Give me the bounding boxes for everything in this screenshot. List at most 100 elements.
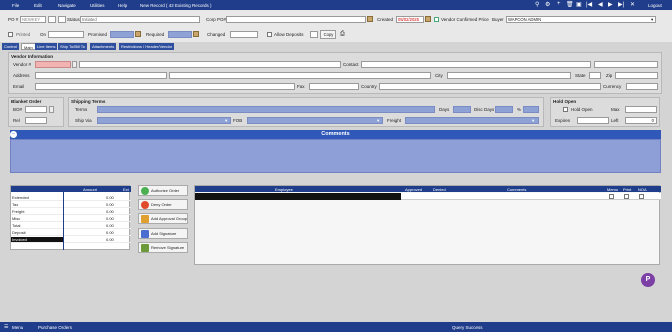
printed-on-field[interactable] <box>48 31 84 38</box>
days-field[interactable] <box>453 106 471 113</box>
noa-column-header: NOA <box>638 187 647 192</box>
promised-date-field[interactable] <box>110 31 134 38</box>
employee-column-header: Employee <box>275 187 293 192</box>
print-icon[interactable]: ⎙ <box>340 31 345 38</box>
tab-attachments[interactable]: Attachments <box>90 43 117 50</box>
po-number-field[interactable]: NEWKEY <box>20 16 46 23</box>
add-approval-group-button[interactable]: Add Approval Group <box>138 213 188 224</box>
vendor-name-field[interactable] <box>79 61 341 68</box>
release-field[interactable] <box>25 117 47 124</box>
max-field[interactable] <box>625 106 657 113</box>
discount-pct-field[interactable] <box>523 106 539 113</box>
changed-date-field[interactable] <box>230 31 258 38</box>
contact-label: Contact <box>343 62 359 67</box>
address1-field[interactable] <box>35 72 167 79</box>
disc-days-field[interactable] <box>495 106 513 113</box>
ship-via-label: Ship Via <box>75 118 92 123</box>
calendar-icon[interactable] <box>135 31 141 37</box>
state-field[interactable] <box>589 72 601 79</box>
corp-po-field[interactable] <box>226 16 366 23</box>
currency-label: Currency <box>603 84 622 89</box>
table-row[interactable] <box>401 193 661 200</box>
menu-button[interactable]: Menu <box>12 325 23 330</box>
first-record-icon[interactable]: |◀ <box>586 1 592 8</box>
comments-textarea[interactable] <box>10 139 661 173</box>
expand-icon[interactable]: − <box>10 131 17 138</box>
hamburger-icon[interactable]: ☰ <box>4 324 8 330</box>
expires-field[interactable] <box>577 117 609 124</box>
vendor-confirmed-checkbox[interactable] <box>434 17 439 22</box>
left-field[interactable]: 0 <box>625 117 657 124</box>
zip-field[interactable] <box>615 72 658 79</box>
tab-ship-to-bill-to[interactable]: Ship To/Bill To <box>58 43 87 50</box>
calendar-icon[interactable] <box>193 31 199 37</box>
hold-open-checkbox[interactable] <box>563 107 568 112</box>
deny-order-button[interactable]: Deny Order <box>138 199 188 210</box>
calendar-icon[interactable] <box>367 16 373 22</box>
city-field[interactable] <box>447 72 571 79</box>
chevron-down-icon[interactable]: ▾ <box>225 118 227 124</box>
filter-icon[interactable]: ⚙ <box>545 1 550 8</box>
status-field[interactable]: Initiated <box>80 16 200 23</box>
email-field[interactable] <box>35 83 295 90</box>
employee-cell[interactable] <box>195 193 401 200</box>
printed-checkbox[interactable] <box>8 32 13 37</box>
add-signature-button[interactable]: Add Signature <box>138 228 188 239</box>
ship-via-select[interactable] <box>97 117 231 124</box>
copy-button[interactable]: Copy <box>320 30 336 39</box>
vendor-lookup-button[interactable] <box>72 61 77 68</box>
deposit-field[interactable] <box>310 31 318 38</box>
vendor-number-field[interactable] <box>35 61 71 68</box>
menu-utilities[interactable]: Utilities <box>90 3 105 8</box>
currency-field[interactable] <box>626 83 658 90</box>
po-suffix-field[interactable] <box>48 16 56 23</box>
noa-checkbox[interactable] <box>639 194 644 199</box>
menu-navigate[interactable]: Navigate <box>58 3 76 8</box>
logout-link[interactable]: Logout <box>648 3 662 8</box>
calendar-icon[interactable] <box>425 16 431 22</box>
country-field[interactable] <box>379 83 601 90</box>
approval-table-header: Employee Approved Denied Comments Memo P… <box>195 186 661 192</box>
tab-control[interactable]: Control <box>2 43 19 50</box>
search-icon[interactable]: ⚲ <box>535 1 539 8</box>
menu-edit[interactable]: Edit <box>34 3 42 8</box>
bo-number-field[interactable] <box>25 106 47 113</box>
amount-row: Invoiced <box>11 237 63 243</box>
authorize-order-button[interactable]: Authorize Order <box>138 185 188 196</box>
help-badge-icon[interactable]: P <box>641 273 655 287</box>
next-record-icon[interactable]: ▶ <box>608 1 613 8</box>
buyer-select[interactable]: WAPCON ADMIN <box>506 16 656 23</box>
remove-signature-button[interactable]: Remove Signature <box>138 242 188 253</box>
vendor-confirmed-label: Vendor Confirmed Price <box>441 17 489 22</box>
fob-select[interactable] <box>247 117 383 124</box>
blanket-order-panel: Blanket Order BO# Rel <box>8 97 64 127</box>
menu-help[interactable]: Help <box>118 3 127 8</box>
prev-record-icon[interactable]: ◀ <box>598 1 603 8</box>
add-icon[interactable]: + <box>557 1 561 7</box>
po-rev-field[interactable] <box>58 16 66 23</box>
tab-line-items[interactable]: Line Items <box>35 43 58 50</box>
contact-extra-field[interactable] <box>594 61 658 68</box>
terms-field[interactable] <box>97 106 435 113</box>
contact-field[interactable] <box>361 61 591 68</box>
required-date-field[interactable] <box>168 31 192 38</box>
chevron-down-icon[interactable]: ▾ <box>532 118 534 124</box>
tab-restrictions[interactable]: Restrictions / Header/Vendor <box>119 43 175 50</box>
amount-row: Total 0.00 <box>11 223 131 229</box>
created-date-field[interactable]: 05/02/2025 <box>396 16 424 23</box>
close-icon[interactable]: ✕ <box>630 1 635 8</box>
delete-icon[interactable]: 🗑 <box>566 1 574 8</box>
freight-select[interactable] <box>405 117 539 124</box>
allow-deposit-checkbox[interactable] <box>267 32 272 37</box>
menu-file[interactable]: File <box>12 3 19 8</box>
chevron-down-icon[interactable]: ▾ <box>651 17 653 23</box>
fax-field[interactable] <box>309 83 359 90</box>
save-icon[interactable]: ▣ <box>576 1 582 8</box>
tab-main[interactable]: Main <box>21 43 36 50</box>
memo-checkbox[interactable] <box>609 194 614 199</box>
print-checkbox[interactable] <box>624 194 629 199</box>
bo-lookup-button[interactable] <box>49 106 54 113</box>
address2-field[interactable] <box>169 72 431 79</box>
chevron-down-icon[interactable]: ▾ <box>377 118 379 124</box>
last-record-icon[interactable]: ▶| <box>618 1 624 8</box>
